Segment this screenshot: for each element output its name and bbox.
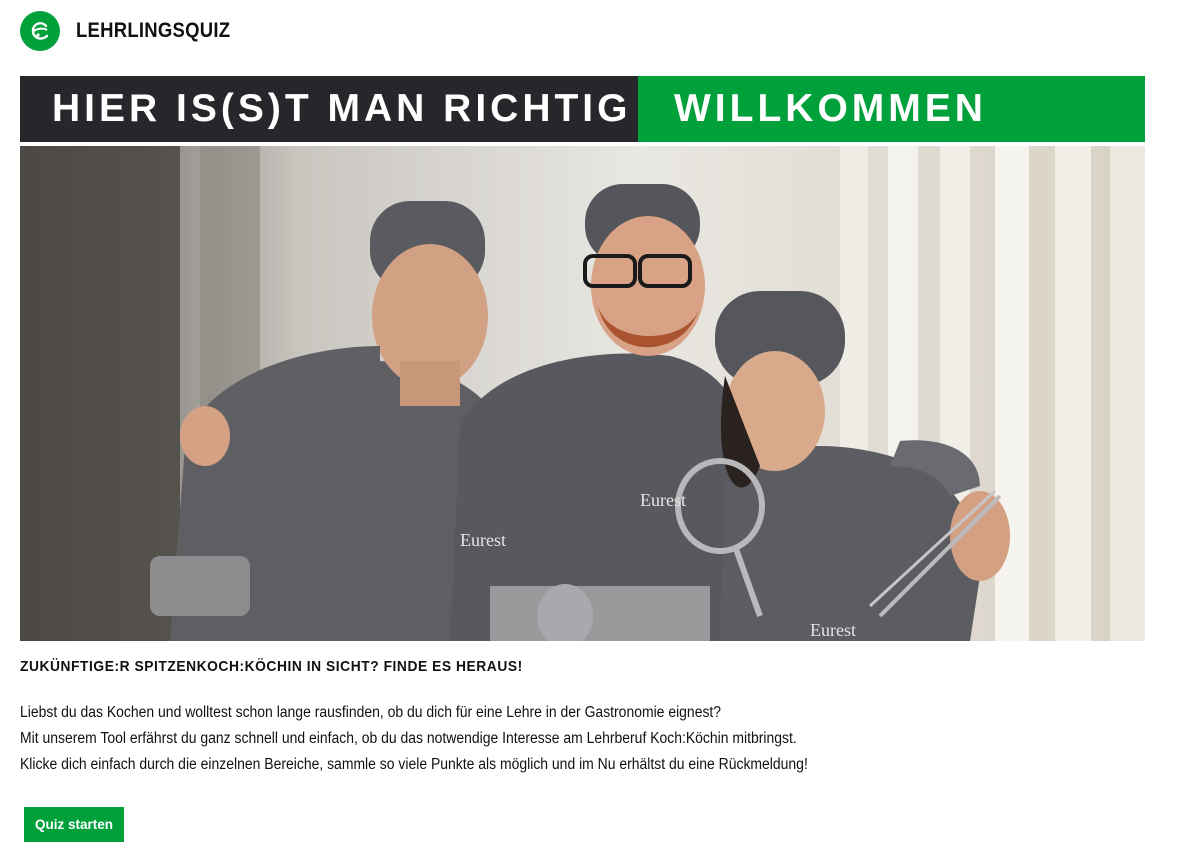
intro-text: Liebst du das Kochen und wolltest schon …: [20, 700, 808, 778]
eurest-jacket-logo: Eurest: [460, 530, 506, 550]
banner-welcome: WILLKOMMEN: [674, 87, 987, 130]
start-quiz-button[interactable]: Quiz starten: [24, 807, 124, 842]
banner-welcome-panel: WILLKOMMEN: [638, 76, 1145, 142]
intro-paragraph: Mit unserem Tool erfährst du ganz schnel…: [20, 730, 797, 747]
eurest-jacket-logo: Eurest: [810, 620, 856, 640]
intro-paragraph: Klicke dich einfach durch die einzelnen …: [20, 756, 808, 773]
welcome-banner: HIER IS(S)T MAN RICHTIG WILLKOMMEN: [20, 76, 1145, 142]
app-header: LEHRLINGSQUIZ: [20, 10, 251, 52]
intro-paragraph: Liebst du das Kochen und wolltest schon …: [20, 704, 722, 721]
banner-slogan-panel: HIER IS(S)T MAN RICHTIG: [20, 76, 638, 142]
banner-slogan: HIER IS(S)T MAN RICHTIG: [52, 87, 632, 130]
app-title: LEHRLINGSQUIZ: [76, 19, 231, 42]
hero-image: Eurest Eurest Eurest: [20, 146, 1145, 641]
eurest-logo-icon[interactable]: [20, 11, 60, 51]
quiz-headline: ZUKÜNFTIGE:R SPITZENKOCH:KÖCHIN IN SICHT…: [20, 658, 523, 675]
eurest-jacket-logo: Eurest: [640, 490, 686, 510]
